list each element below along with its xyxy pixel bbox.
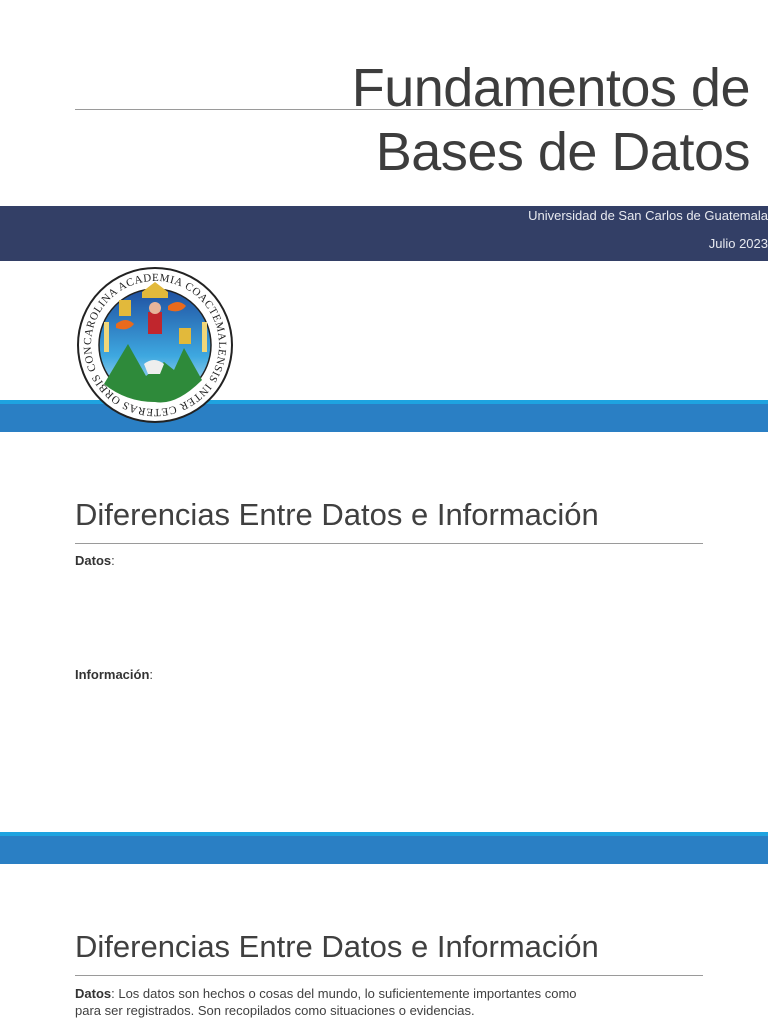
datos-label-line: Datos: — [75, 552, 635, 569]
slide2-heading: Diferencias Entre Datos e Información — [75, 497, 599, 532]
title-line-1: Fundamentos de — [351, 58, 751, 118]
university-seal-logo: CAROLINA ACADEMIA COACTEMALENSIS INTER C… — [76, 266, 233, 423]
info-label-line: Información: — [75, 666, 635, 683]
colon: : — [149, 667, 154, 682]
institution-name: Universidad de San Carlos de Guatemala — [528, 208, 768, 223]
colon: : — [111, 553, 115, 568]
datos-definition: Datos: Los datos son hechos o cosas del … — [75, 985, 605, 1019]
slide2-heading-rule — [75, 543, 703, 544]
datos-label: Datos — [75, 986, 112, 1001]
slide-title: Fundamentos de Bases de Datos — [351, 56, 751, 184]
slide3-heading-rule — [75, 975, 703, 976]
info-label: Información — [75, 667, 150, 682]
subtitle-band: Universidad de San Carlos de Guatemala J… — [0, 206, 768, 261]
datos-text: : Los datos son hechos o cosas del mundo… — [75, 986, 577, 1018]
presentation-date: Julio 2023 — [708, 236, 768, 251]
footer-band-2 — [0, 836, 768, 864]
datos-label: Datos — [75, 553, 112, 568]
title-line-2: Bases de Datos — [375, 122, 751, 182]
slide3-heading: Diferencias Entre Datos e Información — [75, 929, 599, 964]
